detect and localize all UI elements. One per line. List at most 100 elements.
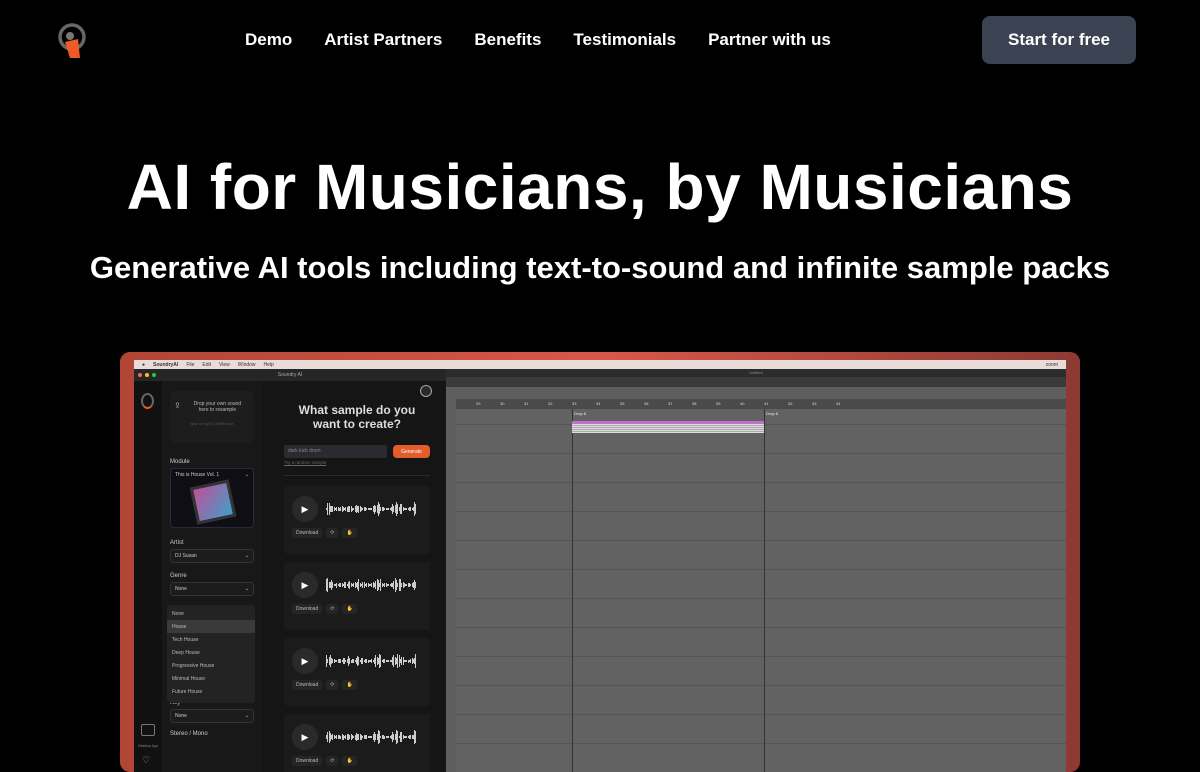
genre-select[interactable]: None ⌄ bbox=[170, 582, 254, 596]
hero-title: AI for Musicians, by Musicians bbox=[126, 151, 1074, 223]
module-value: This is House Vol. 1 bbox=[175, 472, 220, 478]
ruler-tick: 31 bbox=[524, 401, 529, 406]
dislike-icon[interactable]: ✋ bbox=[342, 604, 357, 614]
clip-label: Drop 8 bbox=[574, 411, 587, 416]
ruler-tick: 33 bbox=[572, 401, 577, 406]
chevron-down-icon: ⌄ bbox=[244, 713, 249, 719]
app-rail: Desktop App ♡ bbox=[134, 381, 162, 772]
options-panel: ⇪ Drop your own sound here to resample w… bbox=[162, 381, 262, 772]
ruler-tick: 38 bbox=[692, 401, 697, 406]
waveform[interactable] bbox=[326, 578, 416, 592]
genre-label: Genre bbox=[170, 573, 187, 579]
key-value: None bbox=[175, 713, 187, 719]
drop-hint: wav or mp3 | 20MB max bbox=[190, 421, 234, 426]
random-sample-link[interactable]: Try a random sample bbox=[284, 460, 430, 465]
prompt-question: What sample do you want to create? bbox=[298, 403, 416, 431]
module-label: Module bbox=[170, 459, 190, 465]
stereo-label: Stereo / Mono bbox=[170, 731, 208, 737]
desktop-app-label: Desktop App bbox=[138, 744, 158, 748]
module-artwork bbox=[189, 479, 237, 525]
menubar-view: View bbox=[219, 361, 230, 368]
nav-demo[interactable]: Demo bbox=[245, 30, 292, 50]
nav-partner[interactable]: Partner with us bbox=[708, 30, 831, 50]
ruler-tick: 42 bbox=[788, 401, 793, 406]
regenerate-icon[interactable]: ⟳ bbox=[326, 680, 339, 690]
menubar-window: Window bbox=[237, 361, 256, 368]
genre-option[interactable]: Deep House bbox=[167, 646, 255, 659]
generator-panel: What sample do you want to create? dark … bbox=[262, 381, 446, 772]
ruler-tick: 40 bbox=[740, 401, 745, 406]
regenerate-icon[interactable]: ⟳ bbox=[326, 528, 339, 538]
community-icon[interactable]: ♡ bbox=[142, 755, 150, 766]
play-icon[interactable]: ▶ bbox=[292, 724, 318, 750]
upload-icon: ⇪ bbox=[174, 401, 181, 410]
dislike-icon[interactable]: ✋ bbox=[342, 756, 357, 766]
play-icon[interactable]: ▶ bbox=[292, 496, 318, 522]
genre-value: None bbox=[175, 586, 187, 592]
menubar-zoom: zoom bbox=[1045, 361, 1058, 368]
logo[interactable] bbox=[56, 22, 88, 60]
daw-window: Untitled 29 30 31 32 33 34 35 36 37 38 39 40 41 42 43 4… bbox=[446, 369, 1066, 772]
demo-screen: ● SoundryAI File Edit View Window Help z… bbox=[134, 360, 1066, 772]
regenerate-icon[interactable]: ⟳ bbox=[326, 604, 339, 614]
ruler-tick: 37 bbox=[668, 401, 673, 406]
download-button[interactable]: Download bbox=[292, 680, 323, 690]
generate-button[interactable]: Generate bbox=[393, 445, 430, 458]
chevron-down-icon: ⌄ bbox=[244, 553, 249, 559]
dislike-icon[interactable]: ✋ bbox=[342, 680, 357, 690]
app-titlebar: Soundry AI bbox=[134, 369, 446, 381]
artist-label: Artist bbox=[170, 540, 184, 546]
play-icon[interactable]: ▶ bbox=[292, 648, 318, 674]
drop-line2: here to resample bbox=[198, 407, 237, 413]
genre-option[interactable]: Tech House bbox=[167, 633, 255, 646]
daw-title: Untitled bbox=[446, 369, 1066, 377]
key-select[interactable]: None ⌄ bbox=[170, 709, 254, 723]
desktop-app-icon[interactable] bbox=[141, 724, 155, 736]
apple-icon: ● bbox=[142, 361, 146, 368]
play-icon[interactable]: ▶ bbox=[292, 572, 318, 598]
genre-dropdown: None House Tech House Deep House Progres… bbox=[167, 605, 255, 703]
genre-option[interactable]: None bbox=[167, 607, 255, 620]
prompt-input[interactable]: dark kick drum bbox=[284, 445, 387, 458]
download-button[interactable]: Download bbox=[292, 604, 323, 614]
divider bbox=[284, 475, 430, 476]
ruler-tick: 36 bbox=[644, 401, 649, 406]
nav-benefits[interactable]: Benefits bbox=[474, 30, 541, 50]
genre-option[interactable]: Minimal House bbox=[167, 672, 255, 685]
ruler-tick: 44 bbox=[836, 401, 841, 406]
menubar-file: File bbox=[186, 361, 195, 368]
ruler-tick: 34 bbox=[596, 401, 601, 406]
genre-option[interactable]: Future House bbox=[167, 685, 255, 698]
sample-card: ▶ Download ⟳ ✋ bbox=[284, 714, 430, 772]
waveform[interactable] bbox=[326, 730, 416, 744]
download-button[interactable]: Download bbox=[292, 756, 323, 766]
window-title: Soundry AI bbox=[277, 372, 303, 378]
dislike-icon[interactable]: ✋ bbox=[342, 528, 357, 538]
hero-subtitle: Generative AI tools including text-to-so… bbox=[89, 250, 1111, 285]
waveform[interactable] bbox=[326, 654, 416, 668]
ruler-tick: 39 bbox=[716, 401, 721, 406]
genre-option[interactable]: Progressive House bbox=[167, 659, 255, 672]
waveform[interactable] bbox=[326, 502, 416, 516]
ruler-tick: 32 bbox=[548, 401, 553, 406]
download-button[interactable]: Download bbox=[292, 528, 323, 538]
nav-testimonials[interactable]: Testimonials bbox=[573, 30, 676, 50]
ruler-tick: 29 bbox=[476, 401, 481, 406]
menubar-edit: Edit bbox=[202, 361, 211, 368]
sample-card: ▶ Download ⟳ ✋ bbox=[284, 638, 430, 706]
start-for-free-button[interactable]: Start for free bbox=[982, 16, 1136, 64]
demo-video[interactable]: ● SoundryAI File Edit View Window Help z… bbox=[120, 352, 1080, 772]
nav-artist-partners[interactable]: Artist Partners bbox=[324, 30, 442, 50]
artist-select[interactable]: DJ Susan ⌄ bbox=[170, 549, 254, 563]
sample-card: ▶ Download ⟳ ✋ bbox=[284, 562, 430, 630]
ruler-tick: 41 bbox=[764, 401, 769, 406]
drop-zone[interactable]: ⇪ Drop your own sound here to resample w… bbox=[170, 391, 254, 443]
ruler-tick: 30 bbox=[500, 401, 505, 406]
daw-ruler: 29 30 31 32 33 34 35 36 37 38 39 40 41 42 43 44 bbox=[456, 399, 1066, 409]
regenerate-icon[interactable]: ⟳ bbox=[326, 756, 339, 766]
module-select[interactable]: This is House Vol. 1 ⌄ bbox=[170, 468, 254, 528]
genre-option[interactable]: House bbox=[167, 620, 255, 633]
history-icon[interactable] bbox=[420, 385, 432, 397]
audio-clip[interactable] bbox=[572, 421, 764, 433]
daw-toolbar bbox=[446, 377, 1066, 387]
